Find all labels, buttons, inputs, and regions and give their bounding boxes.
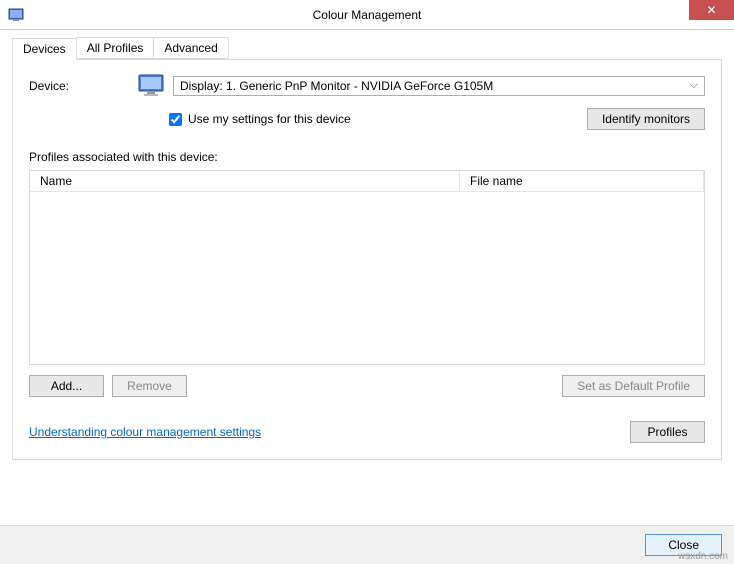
table-header: Name File name <box>30 171 704 192</box>
tab-all-profiles[interactable]: All Profiles <box>76 37 155 59</box>
tab-panel-devices: Device: Display: 1. Generic PnP Monitor … <box>12 60 722 460</box>
device-selected-value: Display: 1. Generic PnP Monitor - NVIDIA… <box>180 79 493 93</box>
close-icon: ✕ <box>706 3 716 17</box>
identify-monitors-button[interactable]: Identify monitors <box>587 108 705 130</box>
tab-advanced[interactable]: Advanced <box>153 37 228 59</box>
device-label: Device: <box>29 79 129 93</box>
set-default-button: Set as Default Profile <box>562 375 705 397</box>
use-settings-label: Use my settings for this device <box>188 112 351 126</box>
add-button[interactable]: Add... <box>29 375 104 397</box>
column-header-filename[interactable]: File name <box>460 171 704 191</box>
tab-devices[interactable]: Devices <box>12 38 77 60</box>
tab-row: Devices All Profiles Advanced <box>12 38 722 60</box>
app-icon <box>8 7 24 23</box>
understanding-link[interactable]: Understanding colour management settings <box>29 425 261 439</box>
watermark: wsxdn.com <box>678 551 728 562</box>
window-close-button[interactable]: ✕ <box>689 0 734 20</box>
device-dropdown[interactable]: Display: 1. Generic PnP Monitor - NVIDIA… <box>173 76 705 96</box>
profiles-button[interactable]: Profiles <box>630 421 705 443</box>
profiles-table: Name File name <box>29 170 705 365</box>
titlebar: Colour Management ✕ <box>0 0 734 30</box>
profiles-label: Profiles associated with this device: <box>29 150 705 164</box>
monitor-icon <box>137 74 165 98</box>
use-settings-checkbox[interactable] <box>169 113 182 126</box>
dialog-footer: Close <box>0 525 734 564</box>
column-header-name[interactable]: Name <box>30 171 460 191</box>
remove-button: Remove <box>112 375 187 397</box>
window-title: Colour Management <box>0 8 734 22</box>
